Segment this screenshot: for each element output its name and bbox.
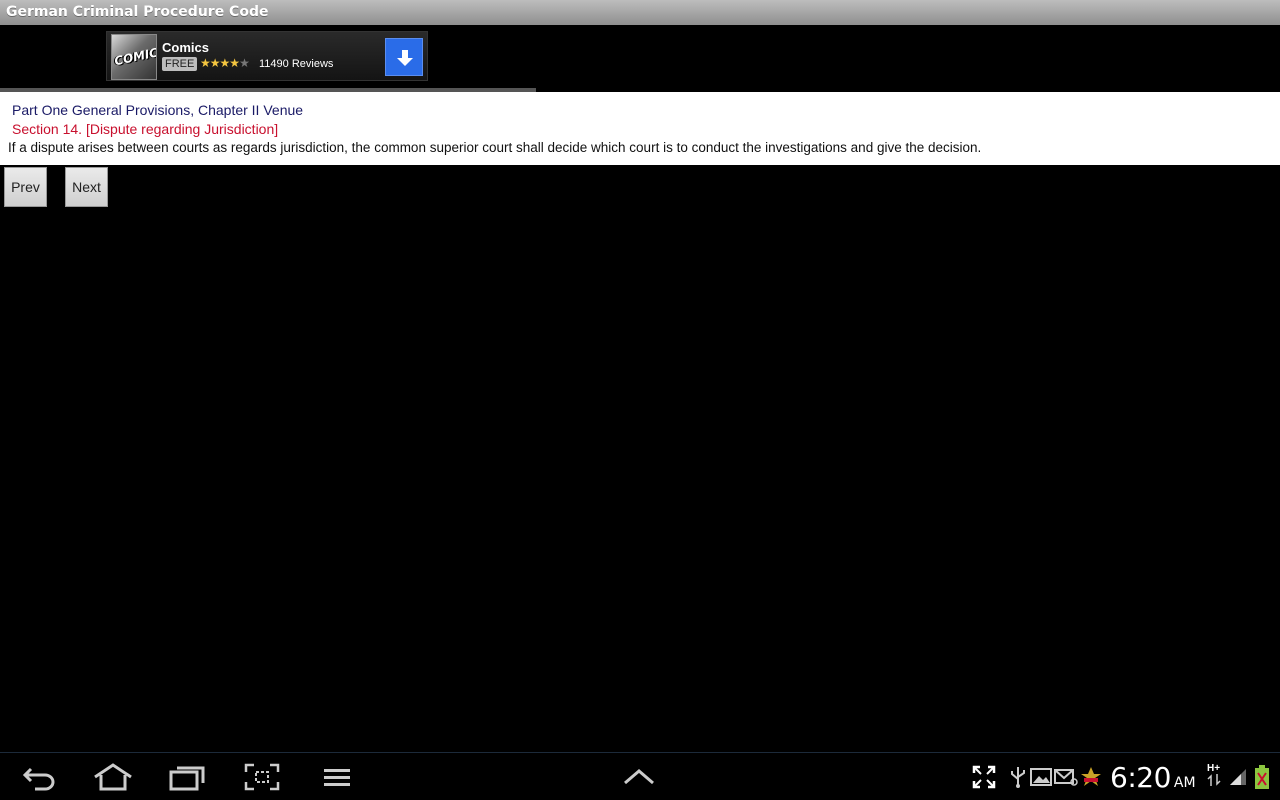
section-text: If a dispute arises between courts as re… <box>8 140 982 155</box>
ad-price-badge: FREE <box>162 57 198 71</box>
prev-button[interactable]: Prev <box>4 167 47 207</box>
star-icon: ★ <box>229 56 240 70</box>
recent-apps-icon[interactable] <box>168 763 206 791</box>
ad-banner-area: COMICS Comics FREE ★★★★★ 11490 Reviews <box>0 25 536 92</box>
usb-icon <box>1008 763 1028 791</box>
fullscreen-icon[interactable] <box>972 763 996 791</box>
menu-icon[interactable] <box>322 763 352 791</box>
signal-icon <box>1228 763 1248 791</box>
email-icon <box>1054 763 1078 791</box>
up-chevron-icon[interactable] <box>622 763 656 791</box>
star-icon: ★ <box>200 56 211 70</box>
download-button[interactable] <box>385 38 423 76</box>
section-heading: Section 14. [Dispute regarding Jurisdict… <box>12 121 279 137</box>
home-icon[interactable] <box>92 763 134 791</box>
gallery-icon <box>1030 763 1052 791</box>
ad-banner[interactable]: COMICS Comics FREE ★★★★★ 11490 Reviews <box>106 31 428 81</box>
clock-time: 6:20 <box>1110 761 1171 794</box>
notification-icon <box>1080 763 1102 791</box>
star-icon: ★ <box>209 56 221 70</box>
screenshot-icon[interactable] <box>244 763 280 791</box>
star-empty-icon: ★ <box>239 56 250 70</box>
clock-ampm: AM <box>1173 775 1196 791</box>
star-icon: ★ <box>219 56 231 70</box>
ad-app-name: Comics <box>162 40 209 55</box>
ad-app-icon-text: COMICS <box>113 43 157 69</box>
ad-review-count: 11490 Reviews <box>259 58 334 70</box>
content-panel: Part One General Provisions, Chapter II … <box>0 92 1280 165</box>
app-title: German Criminal Procedure Code <box>6 4 269 20</box>
ad-rating-stars: ★★★★★ <box>200 56 250 70</box>
data-arrows-icon <box>1207 773 1221 787</box>
system-navigation-bar: 6:20 AM H+ <box>0 752 1280 800</box>
clock: 6:20 AM <box>1110 761 1196 794</box>
part-heading: Part One General Provisions, Chapter II … <box>12 102 304 118</box>
back-icon[interactable] <box>20 763 58 791</box>
app-title-bar: German Criminal Procedure Code <box>0 0 1280 25</box>
ad-app-icon: COMICS <box>111 34 157 80</box>
battery-icon <box>1254 763 1270 791</box>
download-arrow-icon <box>397 50 413 66</box>
next-button[interactable]: Next <box>65 167 108 207</box>
